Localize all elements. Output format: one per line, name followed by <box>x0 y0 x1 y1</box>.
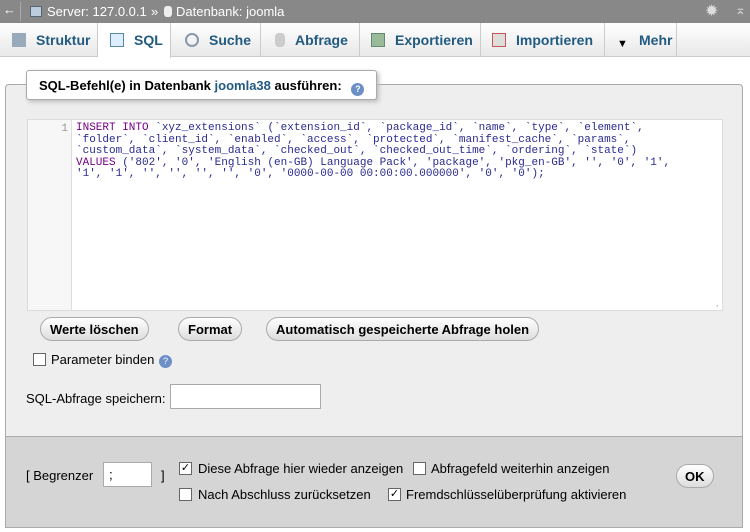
export-icon <box>371 33 385 47</box>
breadcrumb-separator: » <box>151 4 159 19</box>
help-icon[interactable]: ? <box>351 83 365 96</box>
database-icon <box>164 6 172 17</box>
tab-bar: Struktur SQL Suche Abfrage Exportieren I… <box>0 23 750 58</box>
sql-text: `custom_data`, `system_data`, `checked_o… <box>76 145 638 157</box>
save-query-label: SQL-Abfrage speichern: <box>26 391 166 406</box>
tab-mehr[interactable]: ▼ Mehr <box>605 23 677 57</box>
tab-abfrage[interactable]: Abfrage <box>261 23 360 57</box>
triangle-down-icon: ▼ <box>617 38 628 50</box>
breadcrumb-database[interactable]: Datenbank: joomla <box>176 4 284 19</box>
breadcrumb-bar: ← Server: 127.0.0.1 » Datenbank: joomla … <box>0 0 750 23</box>
sql-keyword: VALUES <box>76 156 116 169</box>
tab-label: Exportieren <box>395 32 473 48</box>
database-link[interactable]: joomla38 <box>215 78 271 93</box>
structure-icon <box>12 33 26 47</box>
tab-struktur[interactable]: Struktur <box>0 23 98 57</box>
show-query-again-label: Diese Abfrage hier wieder anzeigen <box>198 461 404 476</box>
line-numbers: 1 <box>28 120 72 310</box>
import-icon <box>492 33 506 47</box>
legend-text: ausführen: <box>270 78 342 93</box>
sql-text: '1', '1', '', '', '', '', '0', '0000-00-… <box>76 168 545 180</box>
tab-label: Importieren <box>516 32 594 48</box>
delimiter-label: [ Begrenzer <box>26 468 94 483</box>
code-line: '1', '1', '', '', '', '', '0', '0000-00-… <box>76 168 670 181</box>
keep-query-box-checkbox[interactable] <box>413 462 426 475</box>
delimiter-input[interactable] <box>103 462 152 487</box>
clear-values-button[interactable]: Werte löschen <box>40 317 149 341</box>
show-query-again-checkbox[interactable]: ✓ <box>179 462 192 475</box>
sql-text: `folder`, `client_id`, `enabled`, `acces… <box>76 133 631 146</box>
sql-text: `xyz_extensions` (`extension_id`, `packa… <box>148 122 644 134</box>
resize-handle-icon[interactable]: ⠠ <box>713 300 719 309</box>
keep-query-box-label: Abfragefeld weiterhin anzeigen <box>431 461 610 476</box>
legend-text: SQL-Befehl(e) in Datenbank <box>39 78 215 93</box>
tab-suche[interactable]: Suche <box>171 23 261 57</box>
tab-label: Abfrage <box>295 32 348 48</box>
sql-code[interactable]: INSERT INTO `xyz_extensions` (`extension… <box>76 122 671 181</box>
ok-button[interactable]: OK <box>676 464 714 488</box>
tab-exportieren[interactable]: Exportieren <box>360 23 481 57</box>
panel-legend: SQL-Befehl(e) in Datenbank joomla38 ausf… <box>26 70 378 100</box>
foreign-key-check-checkbox[interactable]: ✓ <box>388 488 401 501</box>
save-query-input[interactable] <box>170 384 321 409</box>
back-arrow-icon[interactable]: ← <box>3 2 16 17</box>
bind-parameters-label: Parameter binden <box>51 352 155 367</box>
sql-icon <box>110 33 124 47</box>
foreign-key-check-label: Fremdschlüsselüberprüfung aktivieren <box>406 487 627 502</box>
tab-label: SQL <box>134 32 163 48</box>
bind-parameters-checkbox[interactable] <box>33 353 46 366</box>
line-number: 1 <box>61 123 68 135</box>
sql-editor[interactable]: 1 INSERT INTO `xyz_extensions` (`extensi… <box>27 119 723 311</box>
tab-sql[interactable]: SQL <box>98 23 171 58</box>
server-icon <box>30 6 42 17</box>
delimiter-bracket: ] <box>161 468 165 483</box>
reset-after-label: Nach Abschluss zurücksetzen <box>198 487 371 502</box>
sql-text: ('802', '0', 'English (en-GB) Language P… <box>115 156 671 169</box>
breadcrumb-server[interactable]: Server: 127.0.0.1 <box>47 4 147 19</box>
format-button[interactable]: Format <box>178 317 243 341</box>
reset-after-checkbox[interactable] <box>179 488 192 501</box>
tab-importieren[interactable]: Importieren <box>481 23 605 57</box>
query-icon <box>275 33 285 47</box>
tab-label: Struktur <box>36 32 91 48</box>
tab-label: Suche <box>209 32 252 48</box>
collapse-icon[interactable]: ⌅ <box>735 2 746 18</box>
tab-label: Mehr <box>639 32 673 48</box>
search-icon <box>185 33 199 47</box>
sql-keyword: INSERT INTO <box>76 122 149 134</box>
gear-icon[interactable]: ✹ <box>705 1 718 21</box>
help-icon[interactable]: ? <box>159 355 172 368</box>
autosaved-query-button[interactable]: Automatisch gespeicherte Abfrage holen <box>266 317 540 341</box>
